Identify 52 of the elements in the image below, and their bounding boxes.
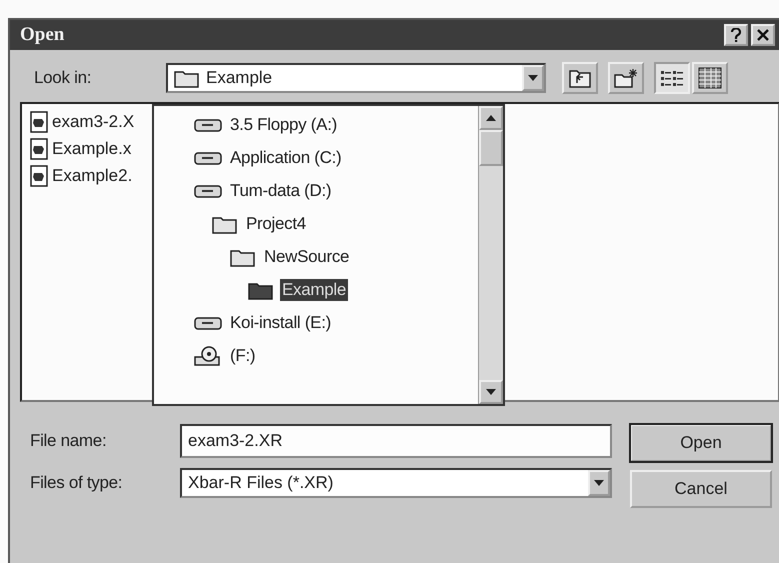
tree-item[interactable]: NewSource — [262, 246, 352, 268]
new-folder-icon — [614, 68, 638, 88]
toolbar-button[interactable] — [692, 62, 728, 94]
cancel-button[interactable]: Cancel — [630, 470, 772, 508]
scroll-up-button[interactable] — [479, 106, 503, 130]
up-folder-icon — [569, 68, 591, 88]
drive-icon — [194, 315, 222, 331]
toolbar-button[interactable] — [608, 62, 644, 94]
file-name-label: File name: — [29, 431, 108, 451]
toolbar-button[interactable] — [654, 62, 690, 94]
scrollbar[interactable] — [478, 106, 503, 404]
file-type-combo[interactable]: Xbar-R Files (*.XR) — [180, 468, 612, 498]
details-view-icon — [698, 67, 722, 89]
look-in-label: Look in: — [33, 68, 92, 88]
up-arrow-icon — [486, 115, 496, 121]
scroll-thumb[interactable] — [479, 130, 503, 166]
tree-item[interactable]: Tum-data (D:) — [228, 180, 334, 202]
cd-drive-icon — [194, 345, 222, 367]
tree-item[interactable]: Koi-install (E:) — [228, 312, 334, 334]
open-button[interactable]: Open — [630, 424, 772, 462]
file-name-field[interactable]: exam3-2.XR — [180, 424, 612, 458]
file-type-label: Files of type: — [29, 473, 124, 493]
file-type-value: Xbar-R Files (*.XR) — [188, 473, 334, 493]
help-button[interactable] — [724, 24, 748, 46]
tree-item[interactable]: Application (C:) — [228, 147, 344, 169]
dropdown-button[interactable] — [522, 65, 544, 91]
tree-item[interactable]: Example — [280, 279, 348, 301]
document-icon — [30, 111, 48, 133]
scroll-down-button[interactable] — [479, 380, 503, 404]
toolbar-button[interactable] — [562, 62, 598, 94]
drive-icon — [194, 150, 222, 166]
tree-item[interactable]: 3.5 Floppy (A:) — [228, 114, 339, 136]
caret-icon — [528, 75, 538, 81]
look-in-value: Example — [206, 68, 274, 88]
drive-icon — [194, 117, 222, 133]
file-name[interactable]: Example2. — [52, 166, 132, 186]
document-icon — [30, 165, 48, 187]
look-in-combo[interactable]: Example — [166, 63, 546, 93]
caret-icon — [594, 480, 604, 486]
list-view-icon — [660, 68, 684, 88]
file-name[interactable]: Example.x — [52, 139, 132, 159]
close-icon — [757, 29, 769, 41]
file-name[interactable]: exam3-2.X — [52, 112, 134, 132]
document-icon — [30, 138, 48, 160]
tree-item[interactable]: Project4 — [244, 213, 308, 235]
drive-icon — [194, 183, 222, 199]
down-arrow-icon — [486, 389, 496, 395]
help-icon — [731, 28, 741, 42]
tree-item[interactable]: (F:) — [228, 345, 258, 367]
close-button[interactable] — [751, 24, 775, 46]
dropdown-button[interactable] — [588, 470, 610, 496]
window-title: Open — [20, 24, 64, 46]
